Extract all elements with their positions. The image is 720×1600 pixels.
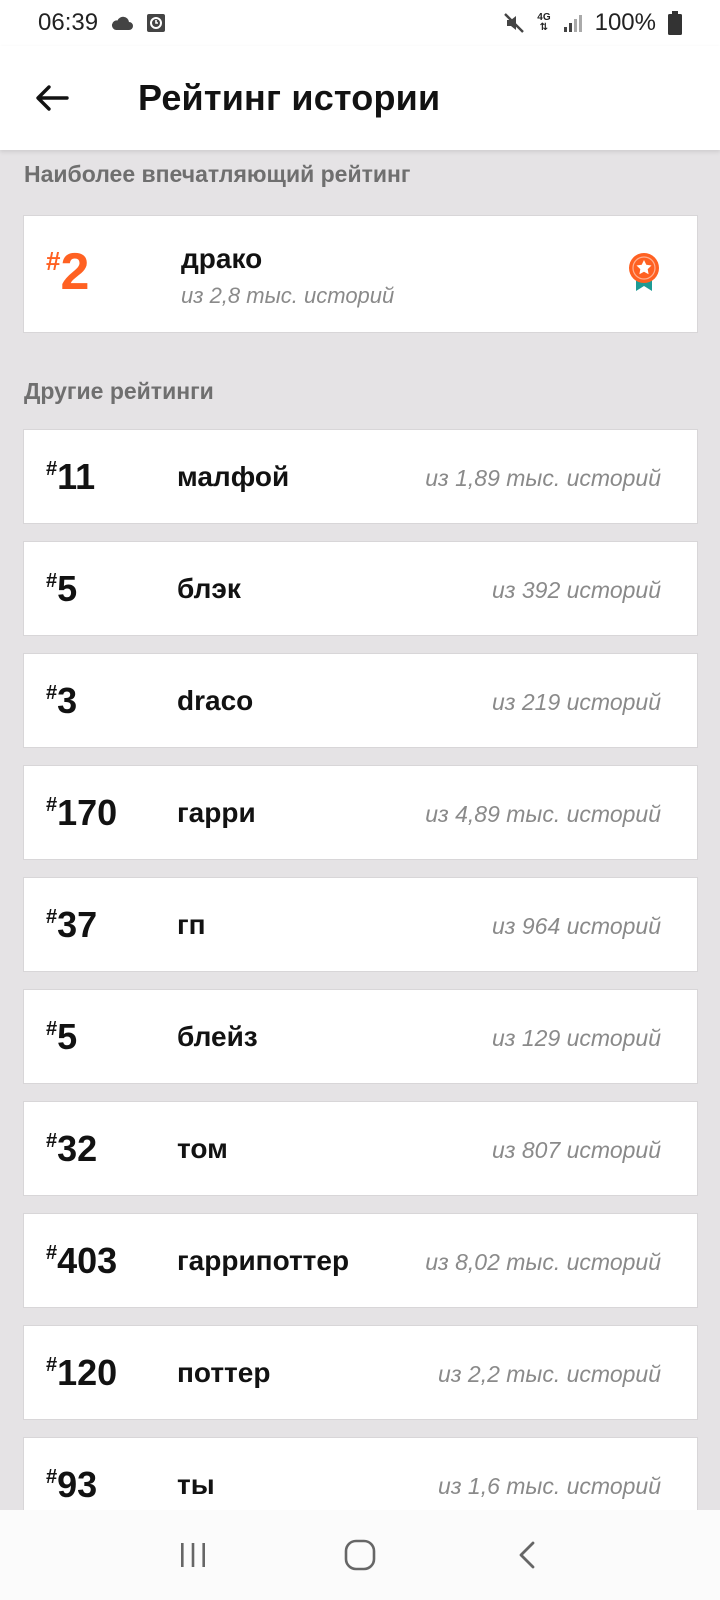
rank-number: 3	[57, 680, 78, 721]
ranking-row[interactable]: #3 draco из 219 историй	[23, 653, 698, 748]
arrow-left-icon	[36, 85, 69, 111]
rank: #170	[46, 792, 117, 834]
mute-icon	[503, 12, 525, 34]
rank-hash: #	[46, 570, 58, 592]
system-nav-bar	[0, 1510, 720, 1600]
tag-name: блэк	[177, 573, 241, 604]
tag-name: гп	[177, 909, 206, 940]
rank: #5	[46, 568, 77, 610]
tag-name: гаррипоттер	[177, 1245, 350, 1276]
home-icon	[344, 1539, 376, 1571]
network-icon: 4G ⇅	[537, 13, 550, 33]
recents-icon	[181, 1543, 206, 1567]
story-count: из 2,2 тыс. историй	[438, 1361, 661, 1387]
rank: #5	[46, 1016, 77, 1058]
story-count: из 8,02 тыс. историй	[425, 1249, 661, 1275]
ranking-row[interactable]: #32 том из 807 историй	[23, 1101, 698, 1196]
tag-name: draco	[177, 685, 254, 716]
rank-number: 37	[57, 904, 98, 945]
featured-ranking-card[interactable]: #2 драко из 2,8 тыс. историй	[23, 215, 698, 333]
data-arrows-icon: ⇅	[539, 22, 549, 33]
signal-icon	[563, 13, 583, 33]
cloud-icon	[110, 15, 134, 31]
rank-hash: #	[46, 682, 58, 704]
alarm-icon	[146, 13, 166, 33]
story-count: из 1,6 тыс. историй	[438, 1473, 661, 1499]
story-count: из 4,89 тыс. историй	[425, 801, 661, 827]
back-button[interactable]	[22, 68, 82, 128]
status-bar: 06:39 4G ⇅ 100%	[0, 0, 720, 46]
story-count: из 964 историй	[492, 913, 661, 939]
other-section-title: Другие рейтинги	[24, 378, 214, 404]
rank-number: 120	[57, 1352, 118, 1393]
rank-hash: #	[46, 906, 58, 928]
rank-number: 403	[57, 1240, 118, 1281]
rank-hash: #	[46, 1130, 58, 1152]
rank-number: 11	[57, 456, 96, 497]
rank-number: 5	[57, 1016, 78, 1057]
story-count: из 219 историй	[492, 689, 661, 715]
tag-name: гарри	[177, 797, 256, 828]
rank-hash: #	[46, 246, 61, 276]
rank: #32	[46, 1128, 97, 1170]
rank-number: 2	[60, 243, 90, 301]
rank-number: 170	[57, 792, 118, 833]
rank-hash: #	[46, 1354, 58, 1376]
rank: #120	[46, 1352, 117, 1394]
rank-hash: #	[46, 1242, 58, 1264]
tag-name: блейз	[177, 1021, 258, 1052]
featured-rank: #2	[46, 242, 89, 302]
ranking-row[interactable]: #93 ты из 1,6 тыс. историй	[23, 1437, 698, 1510]
featured-subtitle: из 2,8 тыс. историй	[181, 283, 395, 308]
rank-hash: #	[46, 794, 58, 816]
status-time: 06:39	[38, 9, 99, 36]
rankings-content[interactable]: Наиболее впечатляющий рейтинг #2 драко и…	[0, 150, 720, 1510]
nav-back-icon	[519, 1541, 535, 1569]
battery-icon	[668, 11, 682, 35]
story-count: из 1,89 тыс. историй	[425, 465, 661, 491]
ranking-row[interactable]: #5 блейз из 129 историй	[23, 989, 698, 1084]
system-back-button[interactable]	[492, 1520, 562, 1590]
ranking-row[interactable]: #120 поттер из 2,2 тыс. историй	[23, 1325, 698, 1420]
battery-level: 100%	[594, 9, 656, 36]
home-button[interactable]	[325, 1520, 395, 1590]
ranking-row[interactable]: #403 гаррипоттер из 8,02 тыс. историй	[23, 1213, 698, 1308]
rank-hash: #	[46, 1018, 58, 1040]
page-title: Рейтинг истории	[138, 77, 441, 118]
rank: #3	[46, 680, 77, 722]
ranking-row[interactable]: #37 гп из 964 историй	[23, 877, 698, 972]
tag-name: том	[177, 1133, 228, 1164]
rank: #93	[46, 1464, 97, 1506]
status-left: 06:39	[38, 9, 166, 37]
story-count: из 807 историй	[492, 1137, 661, 1163]
ranking-row[interactable]: #170 гарри из 4,89 тыс. историй	[23, 765, 698, 860]
featured-section-title: Наиболее впечатляющий рейтинг	[24, 161, 411, 187]
rank-number: 32	[57, 1128, 98, 1169]
rank: #37	[46, 904, 97, 946]
tag-name: поттер	[177, 1357, 271, 1388]
tag-name: малфой	[177, 461, 290, 492]
rank-hash: #	[46, 1466, 58, 1488]
tag-name: ты	[177, 1469, 215, 1500]
rank: #11	[46, 456, 95, 498]
rank-number: 5	[57, 568, 78, 609]
app-bar: Рейтинг истории	[0, 46, 720, 150]
ranking-row[interactable]: #5 блэк из 392 историй	[23, 541, 698, 636]
rank: #403	[46, 1240, 117, 1282]
rank-number: 93	[57, 1464, 98, 1505]
ranking-row[interactable]: #11 малфой из 1,89 тыс. историй	[23, 429, 698, 524]
medal-icon	[627, 252, 661, 297]
story-count: из 392 историй	[492, 577, 661, 603]
rank-hash: #	[46, 458, 58, 480]
recents-button[interactable]	[158, 1520, 228, 1590]
story-count: из 129 историй	[492, 1025, 661, 1051]
featured-tag: драко	[181, 243, 263, 274]
status-right: 4G ⇅ 100%	[503, 9, 682, 37]
